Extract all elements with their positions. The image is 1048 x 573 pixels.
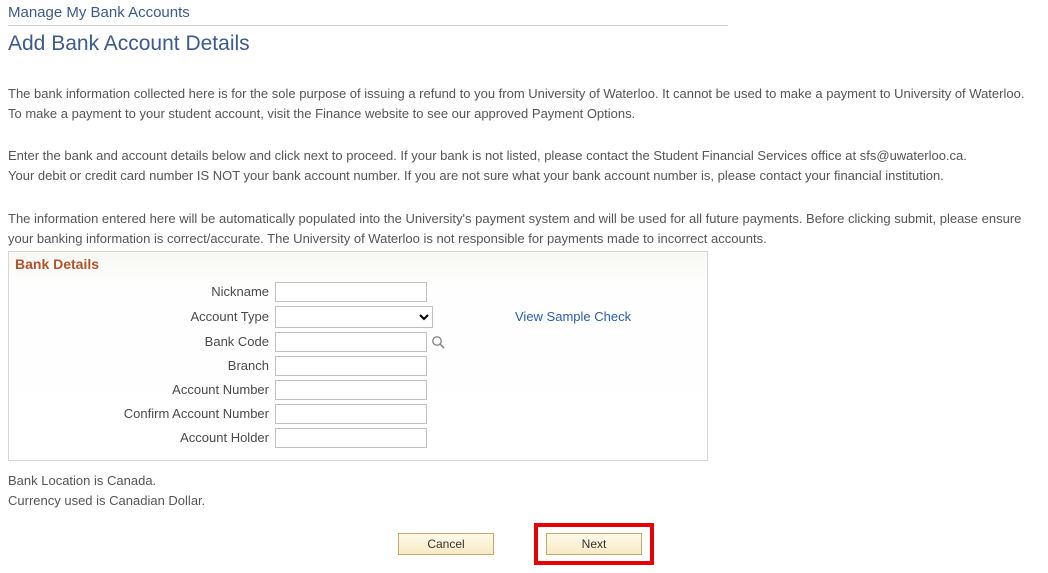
intro-1-line-2: To make a payment to your student accoun… — [8, 104, 1040, 124]
bank-code-label: Bank Code — [15, 334, 275, 349]
divider — [8, 25, 728, 26]
cancel-button[interactable]: Cancel — [398, 533, 494, 555]
account-holder-label: Account Holder — [15, 430, 275, 445]
account-type-select[interactable] — [275, 306, 433, 328]
intro-3-line-1: The information entered here will be aut… — [8, 209, 1040, 229]
fieldset-title: Bank Details — [9, 252, 707, 276]
confirm-account-number-label: Confirm Account Number — [15, 406, 275, 421]
next-button[interactable]: Next — [546, 533, 642, 555]
footer-note: Bank Location is Canada. Currency used i… — [8, 471, 1040, 511]
intro-2-line-2: Your debit or credit card number IS NOT … — [8, 166, 1040, 186]
intro-3-line-2: your banking information is correct/accu… — [8, 229, 1040, 249]
bank-location-note: Bank Location is Canada. — [8, 471, 1040, 491]
intro-paragraph-2: Enter the bank and account details below… — [8, 146, 1040, 186]
intro-2-line-1: Enter the bank and account details below… — [8, 146, 1040, 166]
intro-paragraph-3: The information entered here will be aut… — [8, 209, 1040, 249]
branch-label: Branch — [15, 358, 275, 373]
lookup-icon[interactable] — [431, 334, 445, 350]
breadcrumb[interactable]: Manage My Bank Accounts — [8, 2, 1040, 25]
bank-details-fieldset: Bank Details Nickname Account Type View … — [8, 251, 708, 461]
button-row: Cancel Next — [8, 523, 1040, 565]
intro-1-line-1: The bank information collected here is f… — [8, 84, 1040, 104]
bank-code-input[interactable] — [275, 332, 427, 352]
intro-paragraph-1: The bank information collected here is f… — [8, 84, 1040, 124]
page-title: Add Bank Account Details — [8, 32, 1040, 56]
account-holder-input[interactable] — [275, 428, 427, 448]
nickname-input[interactable] — [275, 282, 427, 302]
confirm-account-number-input[interactable] — [275, 404, 427, 424]
view-sample-check-link[interactable]: View Sample Check — [515, 309, 631, 324]
currency-note: Currency used is Canadian Dollar. — [8, 491, 1040, 511]
account-number-label: Account Number — [15, 382, 275, 397]
next-button-highlight: Next — [534, 523, 654, 565]
nickname-label: Nickname — [15, 284, 275, 299]
account-type-label: Account Type — [15, 309, 275, 324]
branch-input[interactable] — [275, 356, 427, 376]
account-number-input[interactable] — [275, 380, 427, 400]
